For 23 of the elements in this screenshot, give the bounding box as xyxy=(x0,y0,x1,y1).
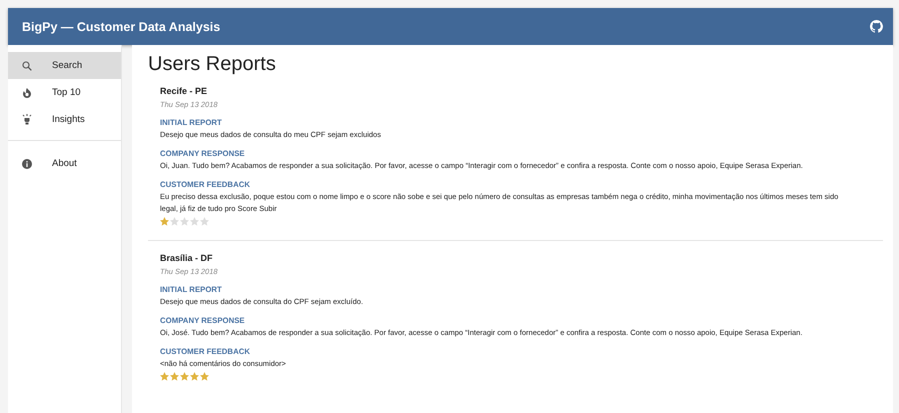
filled-star-icon xyxy=(200,372,209,381)
filled-star-icon xyxy=(180,372,189,381)
filled-star-icon xyxy=(190,372,199,381)
sidebar-label: Insights xyxy=(52,114,85,125)
sidebar-item[interactable]: Top 10 xyxy=(8,79,121,106)
sidebar-label: About xyxy=(52,158,77,169)
search-icon xyxy=(22,60,32,70)
report-location: Recife - PE xyxy=(160,86,208,96)
filled-star-icon xyxy=(170,372,179,381)
app-title: BigPy — Customer Data Analysis xyxy=(22,20,220,34)
filled-star-icon xyxy=(160,217,169,226)
flame-icon xyxy=(22,87,32,98)
report-location: Brasília - DF xyxy=(160,253,214,263)
sidebar-label: Search xyxy=(52,60,82,71)
sidebar-item[interactable]: Insights xyxy=(8,106,121,133)
filled-star-icon xyxy=(160,372,169,381)
sidebar-label: Top 10 xyxy=(52,87,81,98)
page-title: Users Reports xyxy=(148,53,277,76)
info-icon xyxy=(22,158,32,168)
sidebar-item[interactable]: Search xyxy=(8,52,121,79)
lightbulb-icon xyxy=(22,114,32,125)
github-icon[interactable] xyxy=(870,20,883,33)
sidebar-item[interactable]: About xyxy=(8,150,121,177)
